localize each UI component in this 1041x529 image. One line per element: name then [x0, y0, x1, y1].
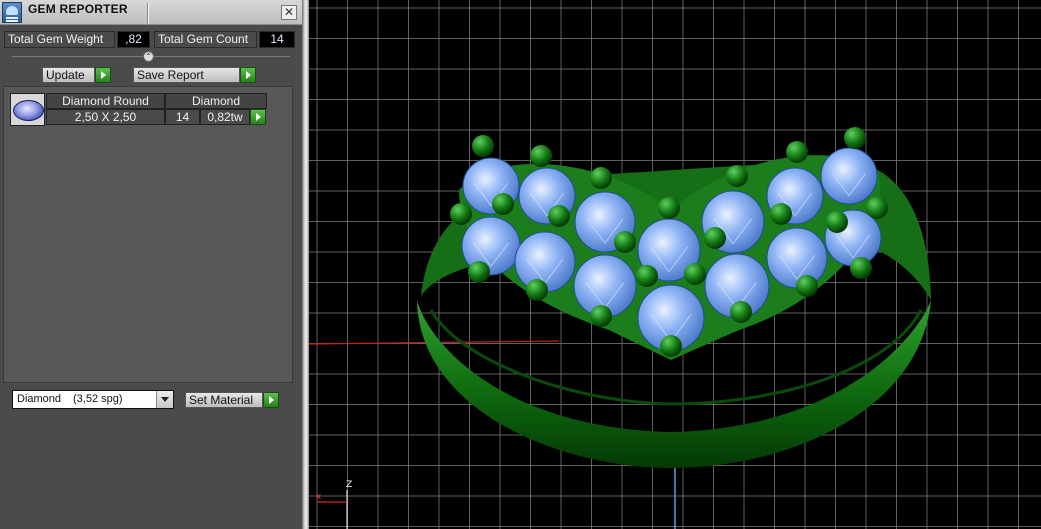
gem-shape-header: Diamond Round [46, 93, 165, 109]
prong [548, 205, 570, 227]
title-bar[interactable]: GEM REPORTER ✕ [0, 0, 302, 25]
gem-reporter-panel: GEM REPORTER ✕ Total Gem Weight ,82 Tota… [0, 0, 302, 529]
prong [492, 193, 514, 215]
prong [796, 275, 818, 297]
set-material-go-icon[interactable] [263, 392, 279, 408]
prong [526, 279, 548, 301]
prong [614, 231, 636, 253]
round-gem-icon[interactable] [10, 93, 45, 126]
ring-render [309, 0, 1041, 529]
prong [450, 203, 472, 225]
gem-count-cell: 14 [165, 109, 200, 125]
gem-row-go-icon[interactable] [250, 109, 266, 125]
title-separator [147, 3, 149, 24]
gem-size-cell: 2,50 X 2,50 [46, 109, 165, 125]
prong [770, 203, 792, 225]
total-gem-count-label: Total Gem Count [154, 31, 257, 48]
gizmo-z-label: Z [346, 480, 353, 490]
3d-viewport[interactable]: x Z [309, 0, 1041, 529]
collapse-toggle-icon[interactable]: ⌃ [143, 51, 154, 62]
chevron-down-icon[interactable] [156, 391, 173, 408]
prong [636, 265, 658, 287]
prong [786, 141, 808, 163]
prong [590, 167, 612, 189]
window-title: GEM REPORTER [28, 2, 128, 16]
gem-weight-cell: 0,82tw [200, 109, 250, 125]
prong [726, 165, 748, 187]
prong [826, 211, 848, 233]
save-report-button[interactable]: Save Report [133, 67, 240, 83]
prong [660, 335, 682, 357]
prong [844, 127, 866, 149]
prong [658, 197, 680, 219]
set-material-button[interactable]: Set Material [185, 392, 263, 408]
ring-model [309, 127, 931, 529]
gem-material-header: Diamond [165, 93, 267, 109]
material-select-name: Diamond [17, 393, 62, 405]
prong [704, 227, 726, 249]
prong [866, 197, 888, 219]
prong [850, 257, 872, 279]
gem-list [3, 86, 293, 383]
gem-reporter-app-icon [2, 2, 22, 23]
update-go-icon[interactable] [95, 67, 111, 83]
total-gem-count-value: 14 [259, 31, 295, 48]
prong [472, 135, 494, 157]
update-button[interactable]: Update [42, 67, 95, 83]
material-select-spg: (3,52 spg) [73, 393, 123, 405]
prong [530, 145, 552, 167]
material-select[interactable]: Diamond (3,52 spg) [12, 390, 174, 409]
save-report-go-icon[interactable] [240, 67, 256, 83]
prong [684, 263, 706, 285]
prong [590, 305, 612, 327]
prong [468, 261, 490, 283]
total-gem-weight-label: Total Gem Weight [4, 31, 115, 48]
prong [730, 301, 752, 323]
gizmo-x-label: x [316, 492, 322, 502]
total-gem-weight-value: ,82 [117, 31, 150, 48]
close-icon[interactable]: ✕ [281, 5, 297, 20]
panel-splitter[interactable] [302, 0, 309, 529]
